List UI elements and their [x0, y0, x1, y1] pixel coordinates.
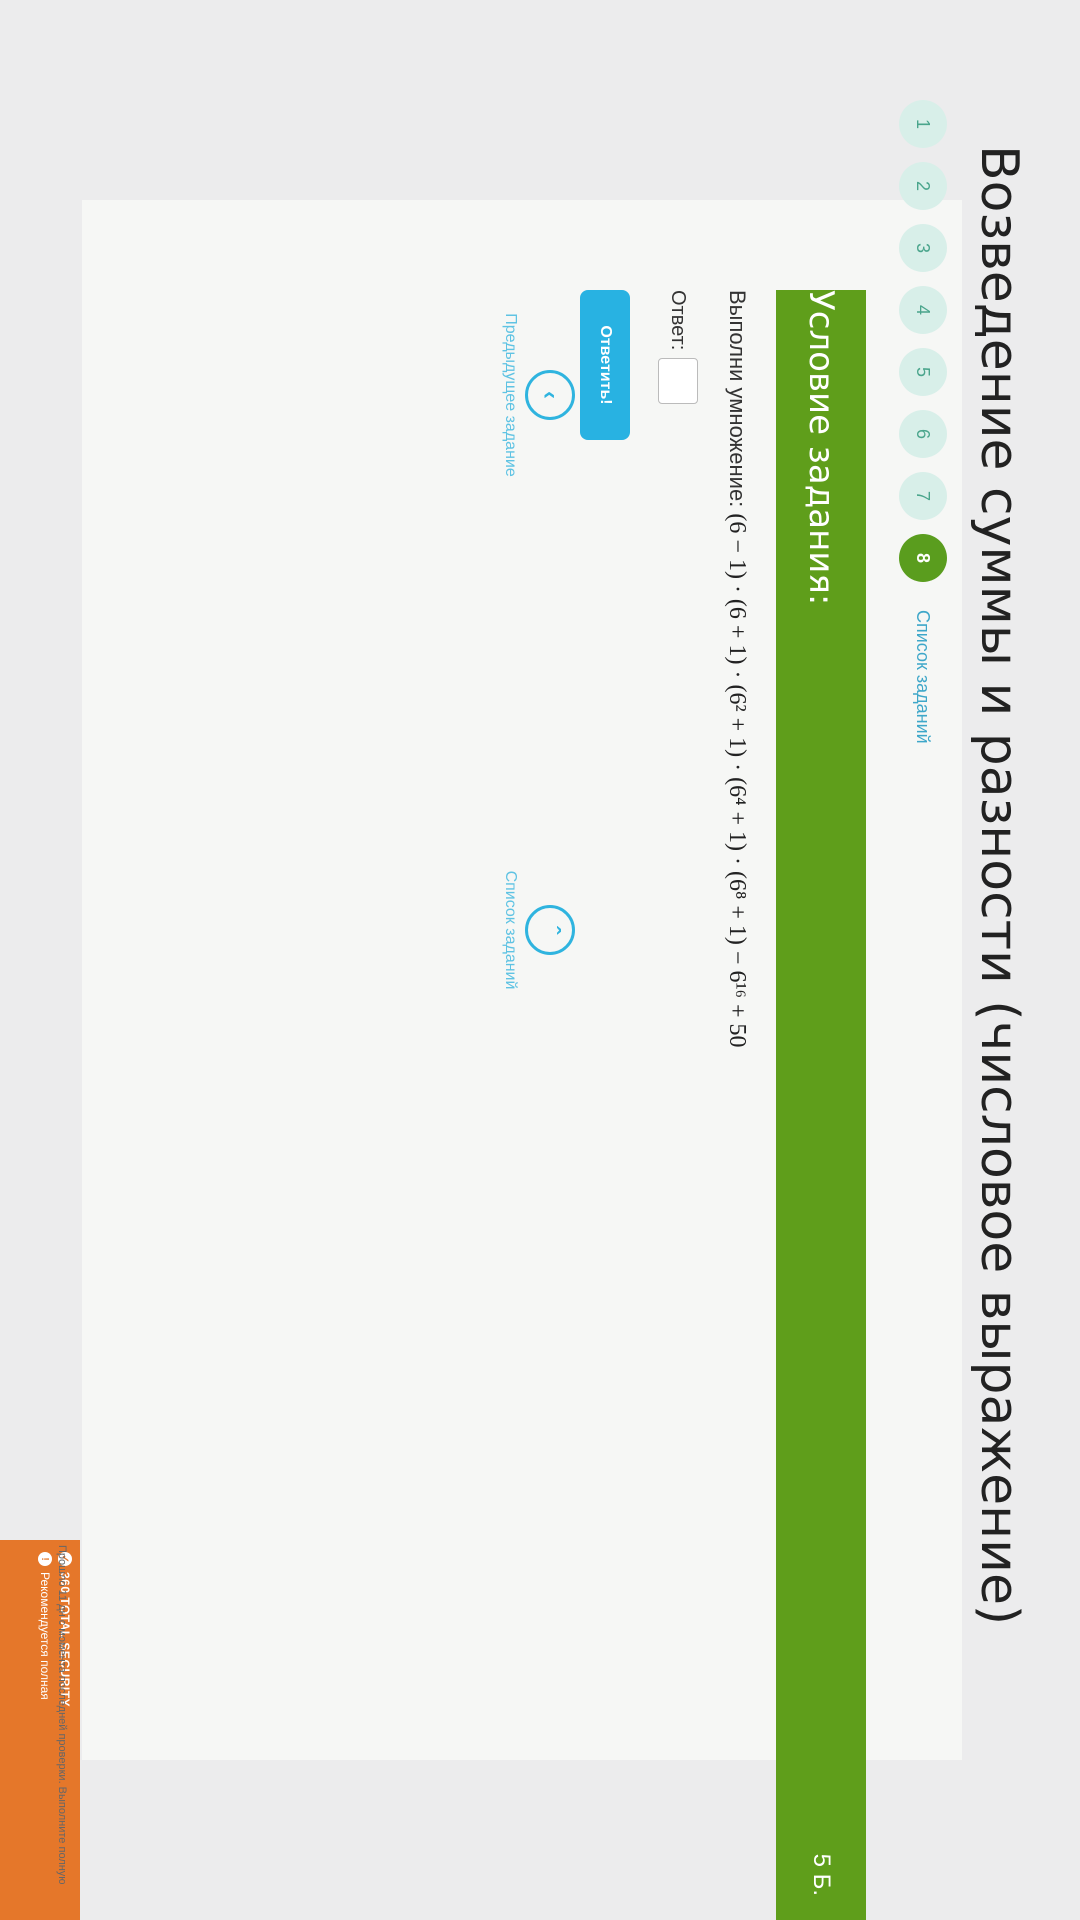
- step-5[interactable]: 5: [899, 348, 947, 396]
- task-prefix: Выполни умножение:: [725, 290, 750, 508]
- step-2[interactable]: 2: [899, 162, 947, 210]
- previous-task-label[interactable]: Предыдущее задание: [501, 313, 519, 476]
- step-8-current[interactable]: 8: [899, 534, 947, 582]
- submit-answer-button[interactable]: Ответить!: [580, 290, 630, 440]
- task-list-nav[interactable]: ˆ Список заданий: [501, 780, 575, 1080]
- step-4[interactable]: 4: [899, 286, 947, 334]
- previous-task-nav[interactable]: ‹ Предыдущее задание: [501, 245, 575, 545]
- answer-row: Ответ:: [658, 290, 698, 405]
- answer-input[interactable]: [658, 358, 698, 405]
- notification-detail: Прошло 11 дн с момента последней проверк…: [56, 1545, 68, 1885]
- task-header: Условие задания: 5 Б.: [776, 290, 866, 1920]
- page-viewport: Возведение суммы и разности (числовое вы…: [0, 0, 1080, 1920]
- task-statement: Выполни умножение: (6 − 1) · (6 + 1) · (…: [723, 290, 750, 1690]
- task-list-link[interactable]: Список заданий: [913, 610, 934, 744]
- chevron-left-icon[interactable]: ‹: [525, 370, 575, 420]
- answer-label: Ответ:: [667, 290, 690, 351]
- page-title: Возведение суммы и разности (числовое вы…: [969, 145, 1029, 1626]
- task-header-title: Условие задания:: [801, 290, 841, 606]
- chevron-up-icon[interactable]: ˆ: [525, 905, 575, 955]
- task-expression: (6 − 1) · (6 + 1) · (6² + 1) · (6⁴ + 1) …: [724, 513, 750, 1048]
- step-7[interactable]: 7: [899, 472, 947, 520]
- task-list-nav-label[interactable]: Список заданий: [501, 871, 519, 990]
- step-3[interactable]: 3: [899, 224, 947, 272]
- step-6[interactable]: 6: [899, 410, 947, 458]
- task-points: 5 Б.: [808, 1853, 835, 1896]
- task-steps: 1 2 3 4 5 6 7 8 Список заданий: [884, 100, 962, 1560]
- step-1[interactable]: 1: [899, 100, 947, 148]
